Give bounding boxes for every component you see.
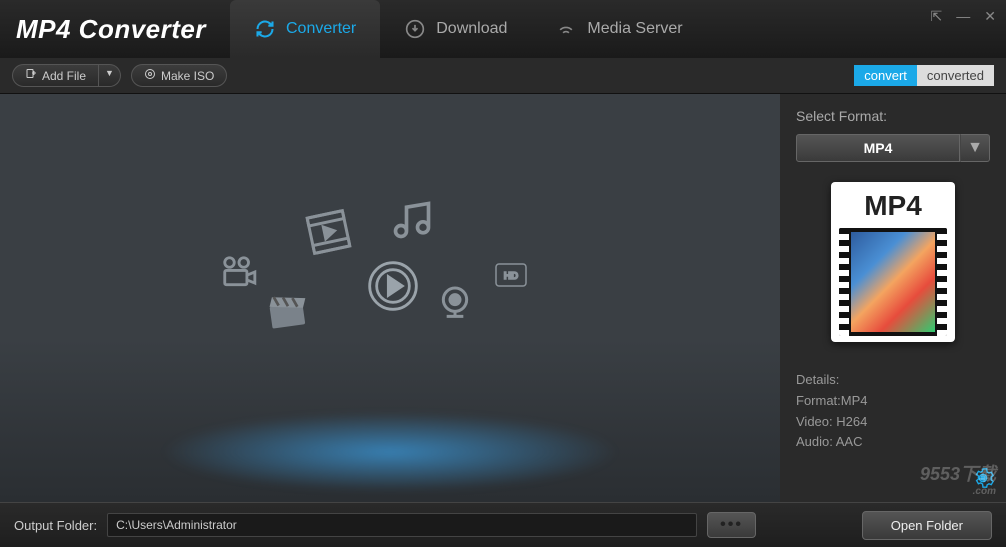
details-heading: Details:	[796, 370, 990, 391]
details-video: Video: H264	[796, 412, 990, 433]
format-preview: MP4	[831, 182, 955, 342]
refresh-icon	[254, 18, 276, 40]
format-sidebar: Select Format: MP4 ▼ MP4 Details: Format…	[780, 94, 1006, 502]
close-icon[interactable]: ✕	[984, 8, 996, 25]
select-format-label: Select Format:	[796, 108, 990, 124]
details-audio: Audio: AAC	[796, 432, 990, 453]
app-title: MP4 Converter	[0, 14, 206, 45]
media-icons-group: HD	[210, 198, 570, 398]
bottom-bar: Output Folder: ••• Open Folder	[0, 502, 1006, 547]
output-folder-input[interactable]	[107, 513, 697, 537]
details-format: Format:MP4	[796, 391, 990, 412]
film-frame-icon	[300, 204, 358, 266]
format-details: Details: Format:MP4 Video: H264 Audio: A…	[796, 370, 990, 453]
add-file-split: Add File ▼	[12, 64, 121, 87]
glow-effect	[160, 412, 620, 492]
chevron-down-icon: ▼	[967, 139, 983, 157]
tab-label: Converter	[286, 20, 356, 38]
tab-label: Media Server	[587, 20, 682, 38]
make-iso-label: Make ISO	[161, 69, 214, 83]
browse-button[interactable]: •••	[707, 512, 756, 538]
popout-icon[interactable]: ⇱	[931, 8, 943, 25]
camcorder-icon	[220, 253, 258, 296]
tab-download[interactable]: Download	[380, 0, 531, 58]
add-file-dropdown[interactable]: ▼	[99, 64, 121, 87]
format-selected[interactable]: MP4	[796, 134, 960, 162]
tab-converter[interactable]: Converter	[230, 0, 380, 58]
window-controls: ⇱ — ✕	[931, 8, 996, 25]
preview-format-label: MP4	[839, 190, 947, 222]
tab-label: Download	[436, 20, 507, 38]
toolbar: Add File ▼ Make ISO convert converted	[0, 58, 1006, 94]
clapper-icon	[262, 285, 312, 340]
convert-tab[interactable]: convert	[854, 65, 917, 86]
title-bar: MP4 Converter Converter Download Media S…	[0, 0, 1006, 58]
format-select: MP4 ▼	[796, 134, 990, 162]
add-file-label: Add File	[42, 69, 86, 83]
play-circle-icon	[365, 258, 421, 319]
output-folder-label: Output Folder:	[14, 518, 97, 533]
wifi-icon	[555, 18, 577, 40]
make-iso-button[interactable]: Make ISO	[131, 64, 227, 87]
minimize-icon[interactable]: —	[956, 8, 970, 25]
svg-text:HD: HD	[504, 271, 518, 282]
film-strip-icon	[839, 228, 947, 336]
tab-media-server[interactable]: Media Server	[531, 0, 706, 58]
disc-icon	[144, 68, 156, 83]
converted-tab[interactable]: converted	[917, 65, 994, 86]
drop-area[interactable]: HD	[0, 94, 780, 502]
settings-gear-icon[interactable]	[972, 467, 994, 495]
add-file-button[interactable]: Add File	[12, 64, 99, 87]
format-dropdown-arrow[interactable]: ▼	[960, 134, 990, 162]
main-tabs: Converter Download Media Server	[230, 0, 707, 58]
main-area: HD Select Format: MP4 ▼ MP4 Details: For…	[0, 94, 1006, 502]
webcam-icon	[435, 283, 475, 328]
open-folder-button[interactable]: Open Folder	[862, 511, 992, 540]
hd-badge-icon: HD	[495, 263, 527, 292]
plus-file-icon	[25, 68, 37, 83]
music-note-icon	[390, 198, 434, 247]
download-icon	[404, 18, 426, 40]
convert-toggle: convert converted	[854, 65, 994, 86]
